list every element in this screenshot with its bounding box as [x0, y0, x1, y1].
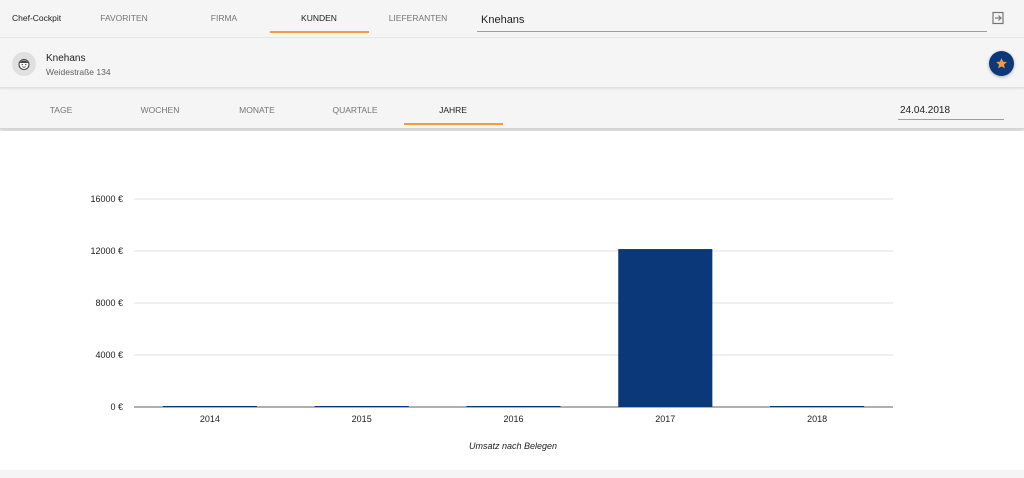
customer-header: Knehans Weidestraße 134 — [0, 39, 1024, 88]
period-tab-quartale[interactable]: QUARTALE — [320, 105, 390, 115]
top-nav-bar: Chef-Cockpit FAVORITEN FIRMA KUNDEN LIEF… — [0, 0, 1024, 38]
face-icon — [18, 58, 30, 71]
period-tab-jahre[interactable]: JAHRE — [418, 105, 488, 115]
nav-tab-favoriten[interactable]: FAVORITEN — [90, 13, 158, 23]
bar-2014[interactable] — [162, 406, 257, 407]
nav-tab-kunden[interactable]: KUNDEN — [285, 13, 353, 23]
x-tick-label: 2017 — [655, 414, 675, 424]
bar-2016[interactable] — [466, 406, 561, 407]
active-period-indicator — [404, 123, 503, 125]
y-tick-label: 0 € — [110, 402, 123, 412]
nav-tab-lieferanten[interactable]: LIEFERANTEN — [382, 13, 454, 23]
favorite-button[interactable] — [989, 51, 1014, 76]
x-tick-label: 2014 — [200, 414, 220, 424]
star-icon — [996, 58, 1007, 69]
bar-2017[interactable] — [618, 249, 713, 407]
x-tick-label: 2016 — [503, 414, 523, 424]
customer-avatar — [12, 52, 36, 76]
period-tab-wochen[interactable]: WOCHEN — [125, 105, 195, 115]
active-tab-indicator — [270, 31, 369, 33]
period-tab-monate[interactable]: MONATE — [222, 105, 292, 115]
x-axis-label: Umsatz nach Belegen — [469, 441, 557, 451]
customer-search — [477, 8, 987, 32]
customer-name: Knehans — [46, 53, 86, 64]
x-tick-label: 2018 — [807, 414, 827, 424]
y-tick-label: 4000 € — [95, 350, 123, 360]
search-input[interactable] — [477, 8, 987, 31]
date-input[interactable] — [898, 101, 1004, 120]
revenue-chart: 0 € 4000 € 8000 € 12000 € 16000 € 2014 2015 20… — [0, 131, 1024, 470]
y-tick-label: 8000 € — [95, 298, 123, 308]
period-tab-tage[interactable]: TAGE — [26, 105, 96, 115]
period-tab-bar: TAGE WOCHEN MONATE QUARTALE JAHRE — [0, 90, 1024, 129]
bar-chart: 0 € 4000 € 8000 € 12000 € 16000 € 2014 2015 20… — [90, 194, 893, 451]
x-tick-label: 2015 — [352, 414, 372, 424]
bar-2018[interactable] — [770, 406, 865, 407]
app-brand[interactable]: Chef-Cockpit — [12, 13, 61, 23]
logout-icon[interactable] — [991, 11, 1005, 25]
nav-tab-firma[interactable]: FIRMA — [190, 13, 258, 23]
y-tick-label: 16000 € — [90, 194, 123, 204]
date-field — [898, 100, 1004, 120]
customer-address: Weidestraße 134 — [46, 67, 111, 77]
bar-2015[interactable] — [314, 406, 409, 407]
y-tick-label: 12000 € — [90, 246, 123, 256]
